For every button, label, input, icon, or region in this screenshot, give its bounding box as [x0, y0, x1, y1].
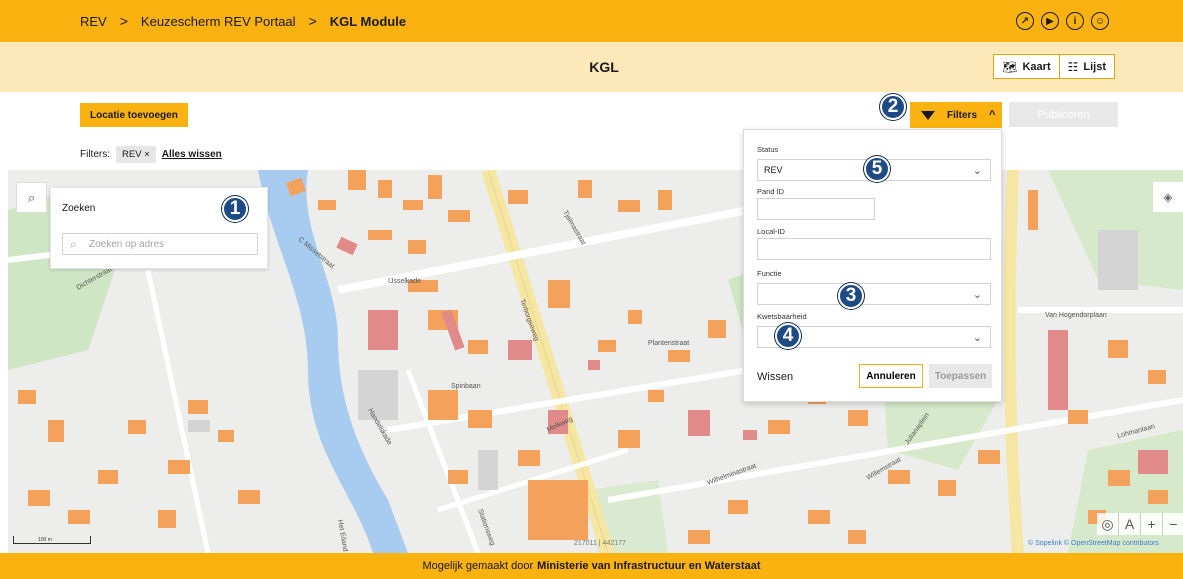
view-toggle: 🗺 Kaart ☷ Lijst	[993, 54, 1115, 79]
zoom-in-button[interactable]: +	[1141, 513, 1163, 535]
status-label: Status	[757, 145, 779, 154]
title-bar: KGL 🗺 Kaart ☷ Lijst	[0, 42, 1183, 92]
font-size-icon[interactable]: A	[1119, 513, 1141, 535]
list-view-button[interactable]: ☷ Lijst	[1059, 54, 1115, 79]
map-view-button[interactable]: 🗺 Kaart	[993, 54, 1060, 79]
functie-label: Functie	[757, 269, 782, 278]
chevron-up-icon: ^	[989, 109, 996, 121]
breadcrumb-rev[interactable]: REV	[80, 14, 107, 29]
map-label: Spinbaan	[451, 383, 481, 390]
list-icon: ☷	[1067, 59, 1079, 74]
locate-icon[interactable]: ◎	[1097, 513, 1119, 535]
map-scale-label: 100 m	[38, 537, 52, 543]
map-search-toggle[interactable]: ⌕	[16, 182, 47, 213]
map-label: Van Hogendorplaan	[1045, 312, 1107, 319]
active-filters: Filters: REV × Alles wissen	[80, 146, 222, 163]
footer-organization: Ministerie van Infrastructuur en Waterst…	[537, 560, 761, 572]
publish-button[interactable]: Publiceren	[1009, 102, 1118, 127]
list-view-label: Lijst	[1083, 60, 1106, 73]
cancel-button[interactable]: Annuleren	[859, 364, 923, 388]
map-coordinates: 217011 | 442177	[574, 540, 626, 547]
clear-all-filters-link[interactable]: Alles wissen	[162, 149, 222, 160]
map-view-label: Kaart	[1022, 60, 1051, 73]
filters-label: Filters	[947, 109, 978, 121]
callout-badge-3: 3	[838, 283, 864, 309]
chevron-down-icon: ⌄	[972, 332, 982, 344]
callout-badge-4: 4	[775, 323, 801, 349]
callout-badge-5: 5	[864, 156, 890, 182]
local-id-input[interactable]	[757, 238, 991, 260]
chevron-down-icon: ⌄	[972, 289, 982, 301]
user-icon[interactable]: ☺	[1091, 12, 1109, 30]
clear-filters-link[interactable]: Wissen	[757, 371, 793, 383]
callout-badge-2: 2	[880, 94, 906, 120]
layers-button[interactable]: ◈	[1153, 182, 1183, 212]
footer-prefix: Mogelijk gemaakt door	[422, 560, 534, 572]
address-search-input[interactable]: ⌕ Zoeken op adres	[62, 233, 258, 255]
breadcrumb-keuzescherm[interactable]: Keuzescherm REV Portaal	[141, 14, 296, 29]
breadcrumb-separator: >	[119, 13, 128, 29]
search-title: Zoeken	[62, 203, 96, 214]
add-location-button[interactable]: Locatie toevoegen	[80, 103, 188, 127]
map-label: Plantenstraat	[648, 340, 689, 347]
breadcrumb-separator: >	[308, 13, 317, 29]
map-scale-bar	[13, 536, 91, 544]
active-filters-label: Filters:	[80, 149, 110, 160]
share-icon[interactable]: ↗	[1016, 12, 1034, 30]
map-icon: 🗺	[1002, 59, 1018, 74]
layers-icon: ◈	[1163, 190, 1173, 204]
zoom-out-button[interactable]: −	[1163, 513, 1183, 535]
callout-badge-1: 1	[222, 196, 248, 222]
apply-button[interactable]: Toepassen	[929, 364, 992, 388]
cursor-icon[interactable]: ▶	[1041, 12, 1059, 30]
info-icon[interactable]: i	[1066, 12, 1084, 30]
map-label: IJsselkade	[388, 278, 421, 285]
search-placeholder: Zoeken op adres	[89, 238, 165, 250]
status-value: REV	[764, 165, 783, 175]
top-bar: REV > Keuzescherm REV Portaal > KGL Modu…	[0, 0, 1183, 42]
local-id-label: Local-ID	[757, 227, 785, 236]
filters-button[interactable]: Filters ^	[910, 102, 1002, 128]
filter-chip-rev[interactable]: REV ×	[116, 146, 156, 163]
functie-select[interactable]: ⌄	[757, 283, 991, 305]
search-icon: ⌕	[70, 237, 77, 251]
map-controls: ◎ A + −	[1097, 513, 1183, 535]
search-icon: ⌕	[27, 189, 36, 205]
top-icon-group: ↗ ▶ i ☺	[1016, 12, 1109, 30]
breadcrumb-current: KGL Module	[329, 13, 407, 29]
page-title: KGL	[589, 59, 619, 75]
kwetsbaarheid-label: Kwetsbaarheid	[757, 312, 807, 321]
map-attribution[interactable]: © Sopelink © OpenStreetMap contributors	[1028, 540, 1159, 547]
pand-id-label: Pand ID	[757, 187, 785, 196]
pand-id-input[interactable]	[757, 198, 875, 220]
footer: Mogelijk gemaakt door Ministerie van Inf…	[0, 553, 1183, 579]
chevron-down-icon: ⌄	[972, 165, 982, 177]
filter-icon	[921, 110, 935, 120]
